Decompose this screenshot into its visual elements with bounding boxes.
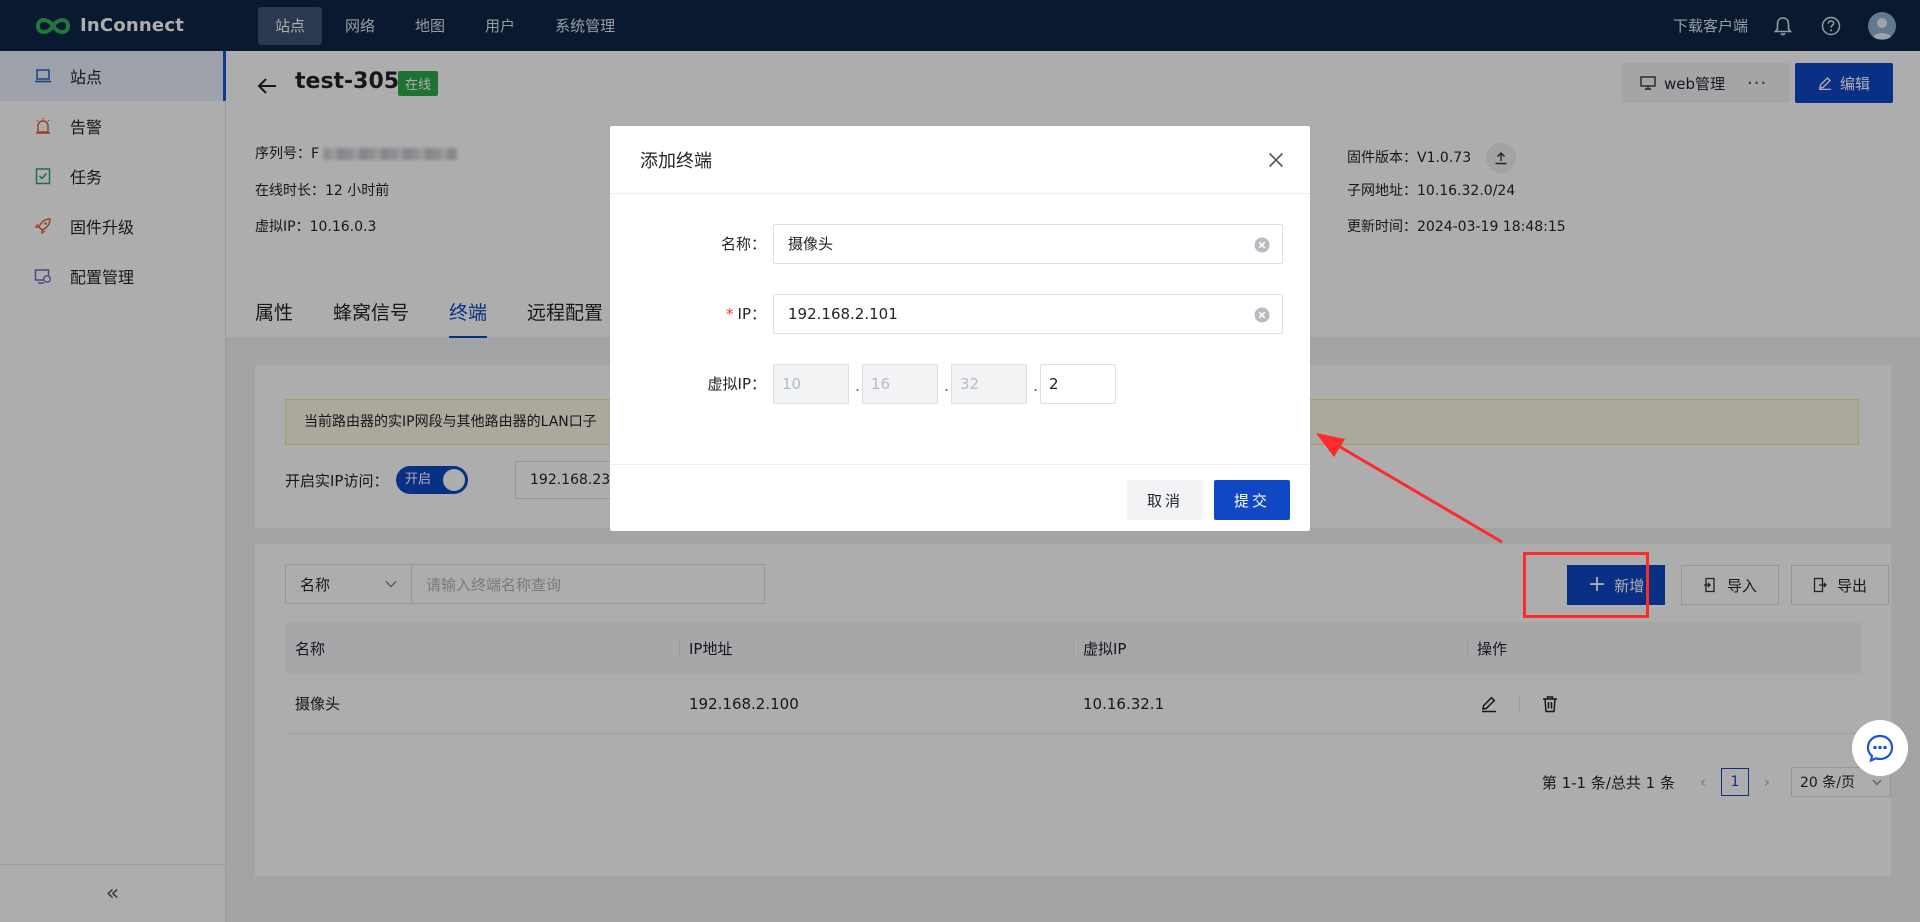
required-mark: * [726, 305, 734, 323]
name-input[interactable]: 摄像头 [773, 224, 1283, 264]
name-label: 名称： [720, 235, 766, 253]
ip-form-row: * IP： 192.168.2.101 [610, 294, 1310, 334]
name-input-value: 摄像头 [788, 235, 834, 253]
vip-form-row: 虚拟IP： 10 . 16 . 32 . 2 [610, 364, 1310, 404]
chat-icon [1866, 734, 1894, 763]
clear-icon[interactable] [1254, 237, 1270, 253]
dialog-footer: 取消 提交 [610, 464, 1310, 531]
cancel-button[interactable]: 取消 [1127, 480, 1203, 520]
add-terminal-dialog: 添加终端 名称： 摄像头 * IP： 192.168.2.101 虚拟IP： 10… [610, 126, 1310, 531]
annotation-highlight-box [1523, 552, 1649, 618]
vip-octet-2: 16 [862, 364, 938, 404]
ip-input-value: 192.168.2.101 [788, 305, 898, 323]
dialog-title: 添加终端 [640, 150, 712, 172]
name-form-row: 名称： 摄像头 [610, 224, 1310, 264]
dialog-header: 添加终端 [610, 126, 1310, 194]
ip-label: * IP： [726, 294, 766, 334]
octet-dot: . [855, 376, 861, 395]
ip-label-text: IP： [737, 305, 766, 323]
vip-octet-1: 10 [773, 364, 849, 404]
octet-dot: . [1033, 376, 1039, 395]
vip-octet-3: 32 [951, 364, 1027, 404]
vip-label: 虚拟IP： [707, 375, 766, 393]
vip-octet-4-input[interactable]: 2 [1040, 364, 1116, 404]
clear-icon[interactable] [1254, 307, 1270, 323]
octet-dot: . [944, 376, 950, 395]
chat-button[interactable] [1852, 720, 1908, 776]
close-icon[interactable] [1264, 148, 1288, 172]
submit-button[interactable]: 提交 [1214, 480, 1290, 520]
ip-input[interactable]: 192.168.2.101 [773, 294, 1283, 334]
